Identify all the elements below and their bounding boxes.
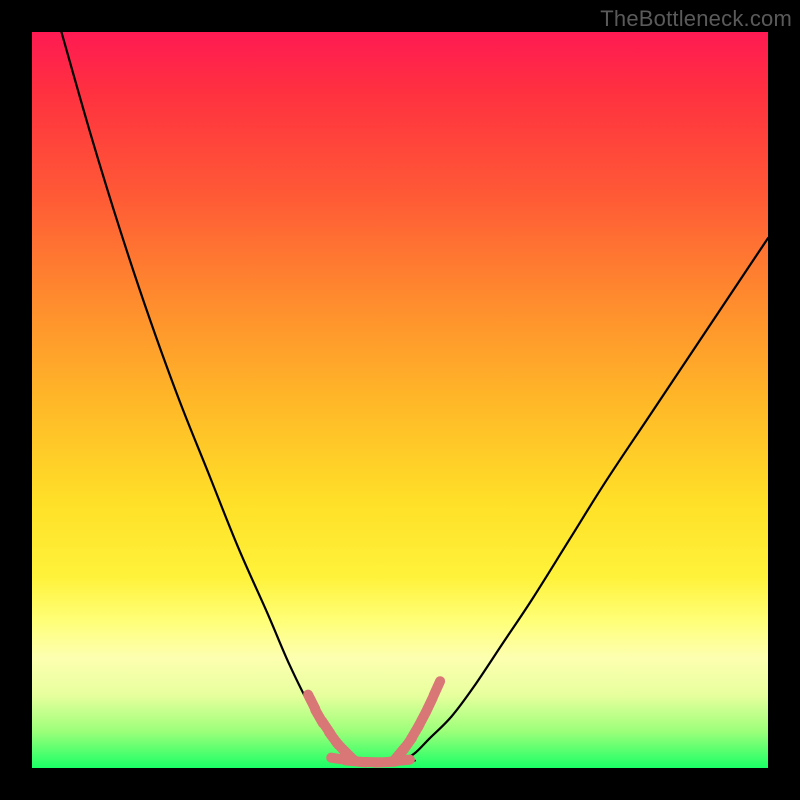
marker-dash xyxy=(433,681,440,696)
right-curve-path xyxy=(400,238,768,762)
curve-group xyxy=(61,32,768,764)
plot-area xyxy=(32,32,768,768)
chart-frame: TheBottleneck.com xyxy=(0,0,800,800)
marker-group xyxy=(308,681,440,762)
marker-dash xyxy=(390,760,410,762)
left-curve-path xyxy=(61,32,370,762)
watermark-text: TheBottleneck.com xyxy=(600,6,792,32)
chart-svg xyxy=(32,32,768,768)
